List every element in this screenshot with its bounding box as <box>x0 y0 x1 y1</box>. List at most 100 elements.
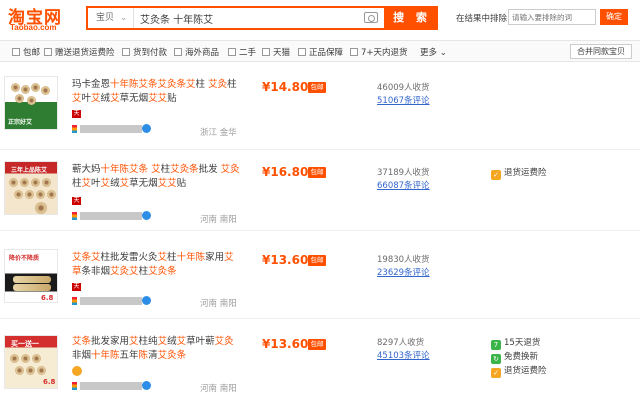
checkbox-icon[interactable] <box>298 48 306 56</box>
title-keyword-highlight: 艾 <box>157 336 168 347</box>
filter-overseas[interactable]: 海外商品 <box>174 46 219 58</box>
filter-return-insurance[interactable]: 赠送退货运费险 <box>44 46 115 58</box>
moxa-roll-icon <box>11 83 20 92</box>
sales-count: 19830人收货 <box>377 255 430 265</box>
moxa-roll-icon <box>37 366 46 375</box>
moxa-roll-icon <box>25 190 34 199</box>
checkbox-icon[interactable] <box>174 48 182 56</box>
filter-genuine[interactable]: 正品保障 <box>298 46 343 58</box>
product-title[interactable]: 艾条艾柱批发雷火灸艾柱十年陈家用艾草条非烟艾灸艾柱艾灸条 <box>72 251 242 279</box>
free-shipping-badge: 包邮 <box>308 82 326 93</box>
filter-second-hand[interactable]: 二手 <box>228 46 256 58</box>
thumb-price-tag: 6.8 <box>43 378 56 386</box>
search-category-select[interactable]: 宝贝 ⌄ <box>88 8 134 28</box>
title-text: 草无烟 <box>119 93 149 104</box>
checkbox-icon[interactable] <box>44 48 52 56</box>
title-text: 柱 <box>195 79 209 90</box>
shop-link[interactable] <box>72 296 160 305</box>
moxa-roll-icon <box>27 96 36 105</box>
title-text: 非烟 <box>72 350 92 361</box>
chat-icon[interactable] <box>142 124 151 133</box>
title-text: 绒 <box>110 178 120 189</box>
title-keyword-highlight: 艾 <box>224 252 234 263</box>
shop-link[interactable] <box>72 211 160 220</box>
title-text: 草叶蕲 <box>186 336 215 347</box>
filter-tmall[interactable]: 天猫 <box>262 46 290 58</box>
title-text: 柱 <box>167 252 177 263</box>
title-keyword-highlight: 艾灸 <box>220 164 240 175</box>
checkbox-icon[interactable] <box>122 48 130 56</box>
filter-label: 海外商品 <box>185 48 220 58</box>
title-keyword-highlight: 艾 <box>157 252 168 263</box>
list-item[interactable]: 买一送一 6.8 艾条批发家用艾柱纯艾绒艾草叶蕲艾灸非烟十年陈五年陈清艾灸条 河… <box>0 321 640 410</box>
moxa-roll-icon <box>14 190 23 199</box>
free-shipping-badge: 包邮 <box>308 167 326 178</box>
title-text: 五年 <box>119 350 139 361</box>
product-image[interactable]: 买一送一 6.8 <box>4 335 58 389</box>
title-keyword-highlight: 艾 <box>72 93 82 104</box>
camera-icon[interactable] <box>364 12 378 23</box>
title-text: 清 <box>148 350 158 361</box>
search-button[interactable]: 搜 索 <box>386 6 438 30</box>
shop-link[interactable] <box>72 381 160 390</box>
service-label: 免费换新 <box>504 352 539 362</box>
moxa-roll-icon <box>21 354 30 363</box>
mall-badge-icon: 天 <box>72 283 81 291</box>
product-title[interactable]: 艾条批发家用艾柱纯艾绒艾草叶蕲艾灸非烟十年陈五年陈清艾灸条 <box>72 335 242 363</box>
gold-seller-icon <box>72 366 82 376</box>
search-input[interactable] <box>136 8 356 28</box>
more-filters-button[interactable]: 更多 ⌄ <box>420 46 447 58</box>
product-image[interactable]: 降价不降质 6.8 <box>4 249 58 303</box>
shop-name[interactable] <box>80 212 142 220</box>
product-title[interactable]: 蕲大妈十年陈艾条 艾柱艾灸条批发 艾灸柱艾叶艾绒艾草无烟艾艾贴 <box>72 163 242 191</box>
title-keyword-highlight: 艾 <box>110 93 120 104</box>
merge-same-items-button[interactable]: 合并同款宝贝 <box>570 44 632 59</box>
service-return-insurance: ✓ 退货运费险 <box>491 364 547 378</box>
exclude-input[interactable] <box>508 9 596 25</box>
title-text: 叶 <box>81 93 92 104</box>
taobao-logo[interactable]: 淘宝网 Taobao.com <box>8 3 78 33</box>
filter-cod[interactable]: 货到付款 <box>122 46 167 58</box>
checkbox-icon[interactable] <box>350 48 358 56</box>
filter-label: 货到付款 <box>133 48 168 58</box>
filter-7day-return[interactable]: 7+天内退货 <box>350 46 408 58</box>
shop-name[interactable] <box>80 297 142 305</box>
filter-label: 二手 <box>239 48 257 58</box>
header: 淘宝网 Taobao.com 宝贝 ⌄ 搜 索 在结果中排除 确定 <box>0 0 640 36</box>
chevron-down-icon: ⌄ <box>120 13 127 22</box>
list-item[interactable]: 降价不降质 6.8 艾条艾柱批发雷火灸艾柱十年陈家用艾草条非烟艾灸艾柱艾灸条 天… <box>0 239 640 319</box>
product-image[interactable]: 正宗好艾 <box>4 76 58 130</box>
review-count-link[interactable]: 45103条评论 <box>377 349 430 361</box>
list-item[interactable]: 三年上品陈艾 蕲大妈十年陈艾条 艾柱艾灸条批发 艾灸柱艾叶艾绒艾草无烟艾艾贴 天… <box>0 151 640 231</box>
shop-name[interactable] <box>80 125 142 133</box>
title-text: 蕲大妈 <box>72 164 101 175</box>
review-count-link[interactable]: 51067条评论 <box>377 94 430 106</box>
title-keyword-highlight: 艾艾 <box>157 178 177 189</box>
checkbox-icon[interactable] <box>12 48 20 56</box>
list-item[interactable]: 正宗好艾 玛卡金恩十年陈艾条艾灸条艾柱 艾灸柱艾叶艾绒艾草无烟艾艾贴 天 浙江 … <box>0 70 640 150</box>
mall-badge-icon: 天 <box>72 197 81 205</box>
title-text: 贴 <box>167 93 177 104</box>
chat-icon[interactable] <box>142 381 151 390</box>
shop-link[interactable] <box>72 124 160 133</box>
thumb-price-tag: 6.8 <box>41 294 54 302</box>
title-keyword-highlight: 十年陈 <box>91 350 120 361</box>
moxa-roll-icon <box>35 202 47 214</box>
chat-icon[interactable] <box>142 211 151 220</box>
moxa-roll-icon <box>31 83 40 92</box>
product-title[interactable]: 玛卡金恩十年陈艾条艾灸条艾柱 艾灸柱艾叶艾绒艾草无烟艾艾贴 <box>72 78 242 106</box>
title-keyword-highlight: 十年陈艾条艾灸条艾 <box>110 79 196 90</box>
moxa-roll-icon <box>10 354 19 363</box>
product-image[interactable]: 三年上品陈艾 <box>4 161 58 215</box>
review-count-link[interactable]: 23629条评论 <box>377 266 430 278</box>
title-keyword-highlight: 艾灸艾 <box>110 266 139 277</box>
return-icon: 7 <box>491 340 501 350</box>
filter-free-shipping[interactable]: 包邮 <box>12 46 40 58</box>
checkbox-icon[interactable] <box>262 48 270 56</box>
checkbox-icon[interactable] <box>228 48 236 56</box>
thumb-tag: 三年上品陈艾 <box>11 167 48 174</box>
chat-icon[interactable] <box>142 296 151 305</box>
exclude-confirm-button[interactable]: 确定 <box>600 9 628 25</box>
shop-name[interactable] <box>80 382 142 390</box>
review-count-link[interactable]: 66087条评论 <box>377 179 430 191</box>
